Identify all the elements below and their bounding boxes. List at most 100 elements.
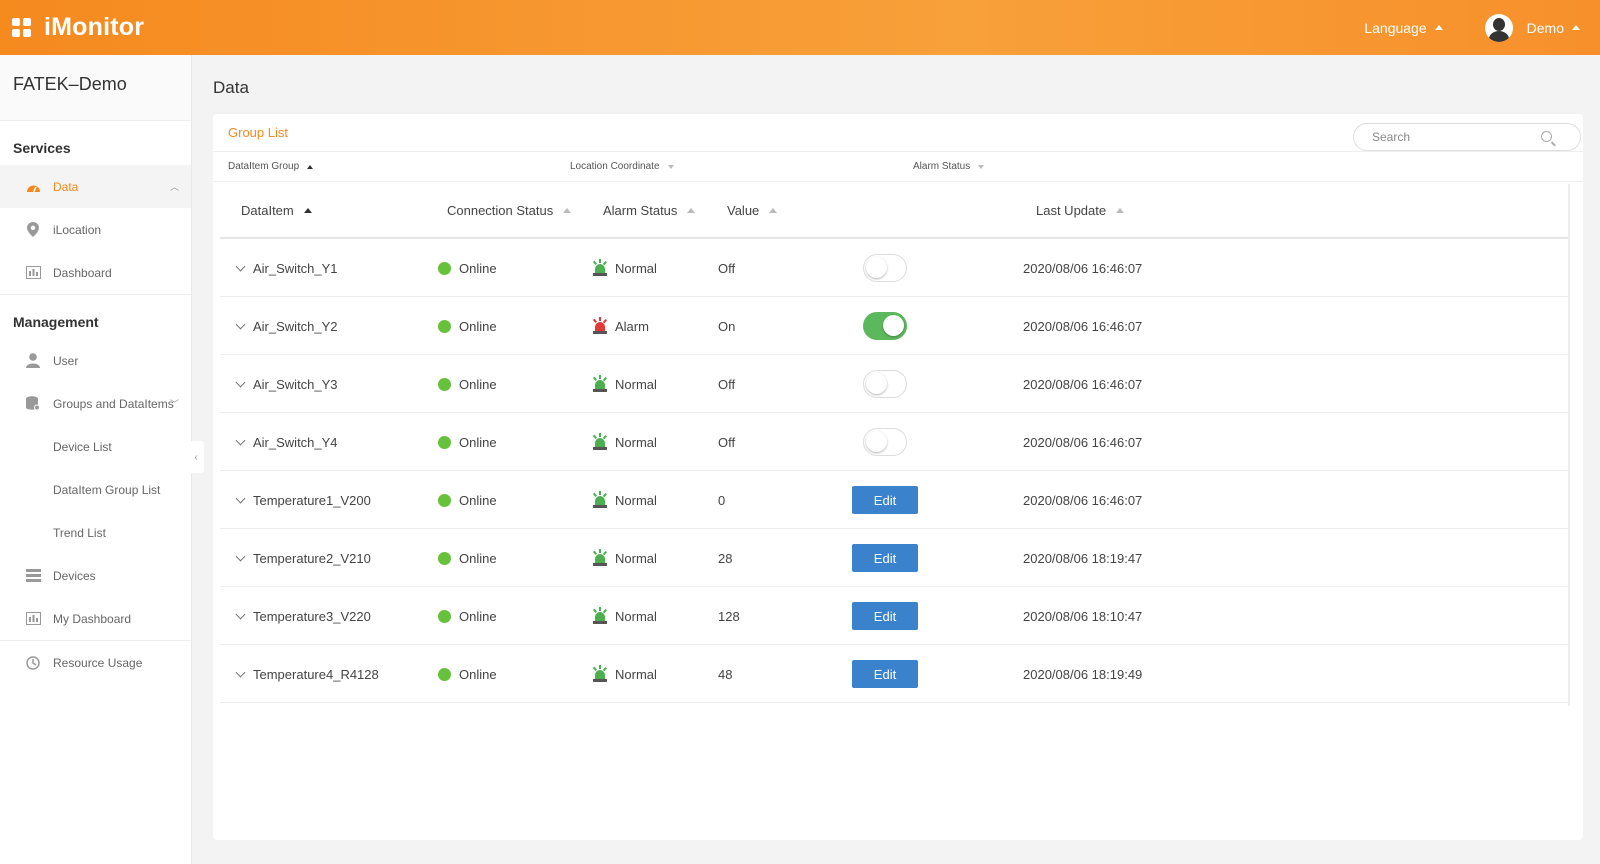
alarm-status: Normal — [615, 434, 657, 450]
apps-grid-icon[interactable] — [12, 17, 32, 38]
last-update-cell: 2020/08/06 16:46:07 — [1023, 297, 1142, 355]
column-header-connection[interactable]: Connection Status — [447, 203, 572, 218]
last-update-cell: 2020/08/06 18:10:47 — [1023, 587, 1142, 645]
edit-button[interactable]: Edit — [852, 602, 918, 630]
sidebar-item-resource-usage[interactable]: Resource Usage — [0, 641, 191, 684]
sidebar-item-label: Device List — [53, 439, 112, 454]
sidebar-item-dashboard[interactable]: Dashboard — [0, 251, 191, 294]
avatar[interactable] — [1484, 13, 1513, 42]
column-header-last-update[interactable]: Last Update — [1036, 203, 1125, 218]
language-menu[interactable]: Language — [1364, 20, 1443, 36]
alarm-siren-icon — [592, 317, 608, 335]
sidebar-item-user[interactable]: User — [0, 339, 191, 382]
last-update: 2020/08/06 16:46:07 — [1023, 260, 1143, 276]
connection-status: Online — [459, 550, 497, 566]
caret-up-icon — [307, 164, 314, 169]
online-status-dot-icon — [438, 261, 451, 275]
sidebar-item-dataitem-group-list[interactable]: DataItem Group List — [0, 468, 191, 511]
alarm-status: Normal — [615, 666, 657, 682]
value-toggle-switch[interactable] — [863, 370, 907, 398]
sidebar-collapse-handle[interactable]: ‹ — [188, 441, 204, 473]
sidebar-item-data[interactable]: Data ︿ — [0, 165, 191, 208]
last-update-cell: 2020/08/06 16:46:07 — [1023, 413, 1142, 471]
connection-cell: Online — [438, 413, 497, 471]
caret-down-icon — [667, 164, 674, 169]
dataitem-name: Temperature2_V210 — [253, 550, 371, 566]
filter-label: DataItem Group — [228, 161, 300, 172]
filter-dataitem-group[interactable]: DataItem Group — [228, 161, 314, 172]
dataitem-table: DataItem Connection Status Alarm Status … — [220, 184, 1570, 706]
expand-chevron-icon[interactable] — [235, 551, 246, 561]
edit-button[interactable]: Edit — [852, 660, 918, 688]
search-icon[interactable] — [1541, 131, 1552, 142]
connection-status: Online — [459, 608, 497, 624]
card-title: Group List — [228, 125, 288, 140]
alarm-cell: Normal — [592, 529, 657, 587]
sidebar-item-groups[interactable]: Groups and DataItems ﹀ — [0, 382, 191, 425]
last-update-cell: 2020/08/06 18:19:49 — [1023, 645, 1142, 703]
sidebar-item-devices[interactable]: Devices — [0, 554, 191, 597]
sort-asc-icon — [687, 208, 696, 213]
column-header-alarm[interactable]: Alarm Status — [603, 203, 696, 218]
dataitem-cell: Temperature2_V210 — [235, 529, 371, 587]
dataitem-cell: Air_Switch_Y2 — [235, 297, 338, 355]
value-toggle-switch[interactable] — [863, 312, 907, 340]
control-cell: Edit — [852, 587, 918, 645]
dataitem-cell: Air_Switch_Y3 — [235, 355, 338, 413]
expand-chevron-icon[interactable] — [235, 493, 246, 503]
user-menu[interactable]: Demo — [1527, 20, 1580, 36]
edit-button[interactable]: Edit — [852, 486, 918, 514]
normal-siren-icon — [592, 259, 608, 277]
sidebar-item-label: iLocation — [53, 222, 102, 237]
expand-chevron-icon[interactable] — [235, 667, 246, 677]
table-row: Temperature1_V200 Online Normal 0 Edit 2… — [220, 471, 1568, 529]
control-cell — [852, 239, 918, 297]
online-status-dot-icon — [438, 319, 451, 333]
dashboard-gauge-icon — [25, 179, 41, 195]
normal-siren-icon — [592, 433, 608, 451]
value: 48 — [718, 666, 733, 682]
value-toggle-switch[interactable] — [863, 428, 907, 456]
filter-location-coordinate[interactable]: Location Coordinate — [570, 161, 674, 172]
sidebar: FATEK–Demo Services Data ︿ iLocation Das… — [0, 55, 192, 864]
control-cell: Edit — [852, 645, 918, 703]
database-icon — [25, 396, 41, 412]
normal-siren-icon — [592, 491, 608, 509]
dataitem-name: Temperature4_R4128 — [253, 666, 379, 682]
alarm-cell: Normal — [592, 239, 657, 297]
value: 128 — [718, 608, 740, 624]
sort-asc-icon — [1116, 208, 1125, 213]
sidebar-item-label: Devices — [53, 568, 96, 583]
control-cell — [852, 355, 918, 413]
page-title: Data — [213, 78, 249, 97]
filter-alarm-status[interactable]: Alarm Status — [913, 161, 985, 172]
value-toggle-switch[interactable] — [863, 254, 907, 282]
edit-button[interactable]: Edit — [852, 544, 918, 572]
expand-chevron-icon[interactable] — [235, 319, 246, 329]
last-update: 2020/08/06 18:10:47 — [1023, 608, 1143, 624]
dataitem-cell: Temperature3_V220 — [235, 587, 371, 645]
expand-chevron-icon[interactable] — [235, 435, 246, 445]
sidebar-item-trend-list[interactable]: Trend List — [0, 511, 191, 554]
online-status-dot-icon — [438, 377, 451, 391]
last-update: 2020/08/06 16:46:07 — [1023, 318, 1143, 334]
alarm-cell: Alarm — [592, 297, 649, 355]
expand-chevron-icon[interactable] — [235, 609, 246, 619]
connection-cell: Online — [438, 587, 497, 645]
dataitem-cell: Temperature1_V200 — [235, 471, 371, 529]
value: Off — [718, 260, 736, 276]
table-row: Air_Switch_Y4 Online Normal Off 2020/08/… — [220, 413, 1568, 471]
column-header-value[interactable]: Value — [727, 203, 778, 218]
search-input[interactable] — [1372, 130, 1542, 144]
expand-chevron-icon[interactable] — [235, 377, 246, 387]
dataitem-name: Temperature3_V220 — [253, 608, 371, 624]
column-header-dataitem[interactable]: DataItem — [241, 203, 312, 218]
connection-cell: Online — [438, 529, 497, 587]
sidebar-item-my-dashboard[interactable]: My Dashboard — [0, 597, 191, 640]
sidebar-item-device-list[interactable]: Device List — [0, 425, 191, 468]
alarm-status: Normal — [615, 492, 657, 508]
value-cell: 48 — [718, 645, 732, 703]
expand-chevron-icon[interactable] — [235, 261, 246, 271]
sort-asc-icon — [769, 208, 778, 213]
sidebar-item-ilocation[interactable]: iLocation — [0, 208, 191, 251]
